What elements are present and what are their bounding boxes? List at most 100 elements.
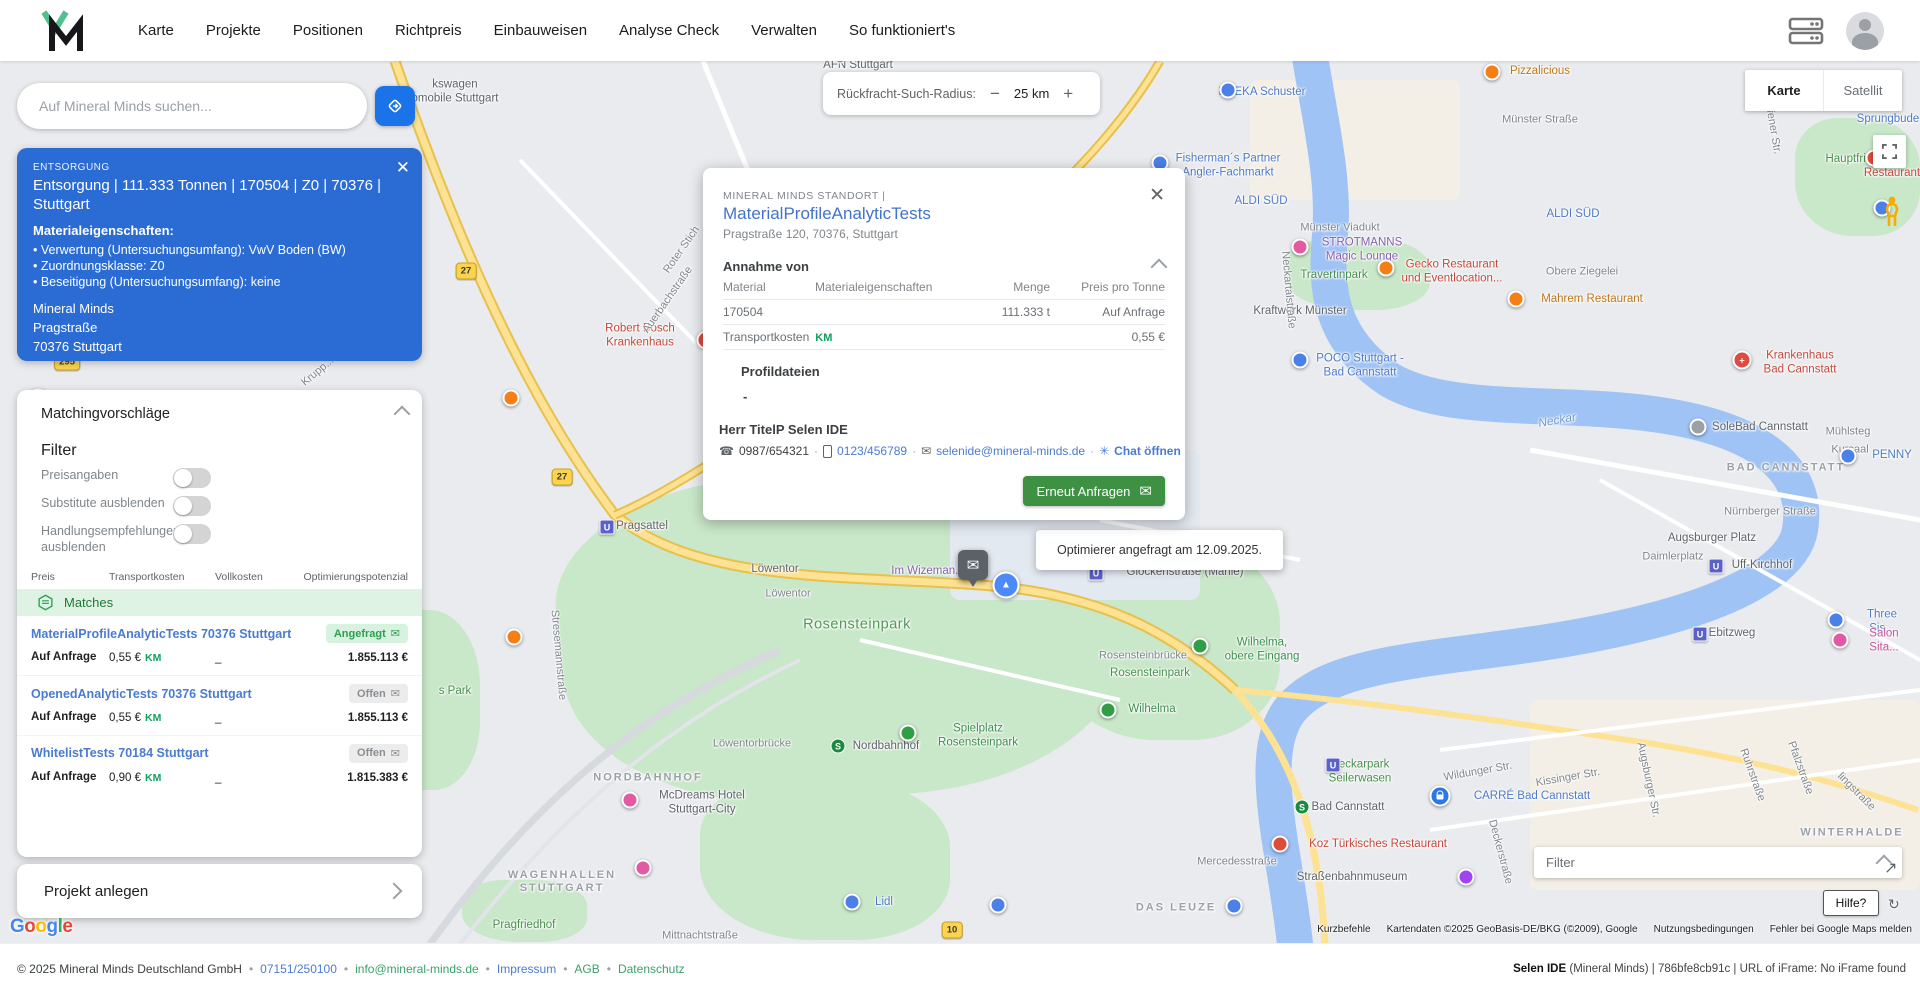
footer-impressum-link[interactable]: Impressum — [497, 962, 556, 976]
map-marker-metro[interactable]: U — [1708, 558, 1724, 574]
map-marker-dot-orange[interactable] — [1483, 63, 1501, 81]
chat-link[interactable]: Chat öffnen — [1114, 444, 1181, 458]
mail-icon: ✉ — [390, 628, 400, 641]
pegman-icon[interactable] — [1879, 194, 1905, 228]
map-type-karte[interactable]: Karte — [1745, 70, 1823, 111]
google-logo[interactable]: Google — [10, 916, 73, 938]
nav-einbauweisen[interactable]: Einbauweisen — [494, 22, 587, 39]
map-marker-pin-blue[interactable] — [1219, 81, 1237, 99]
search-input[interactable] — [37, 97, 341, 115]
map-marker-dot-orange[interactable] — [505, 628, 523, 646]
status-badge: Offen ✉ — [349, 684, 408, 704]
user-avatar[interactable] — [1846, 11, 1884, 50]
map-marker-metro[interactable]: U — [1692, 626, 1708, 642]
map-marker-dot-green[interactable] — [899, 724, 917, 742]
footer-datenschutz-link[interactable]: Datenschutz — [618, 962, 685, 976]
mineral-minds-logo[interactable] — [40, 9, 86, 53]
map-marker-pin-blue[interactable] — [843, 893, 861, 911]
disposal-bullet: • Beseitigung (Untersuchungsumfang): kei… — [33, 275, 281, 289]
map-marker-route[interactable]: 27 — [455, 262, 477, 280]
map-marker-metro[interactable]: U — [1325, 757, 1341, 773]
nav-projekte[interactable]: Projekte — [206, 22, 261, 39]
map-marker-pin-blue[interactable] — [1827, 611, 1845, 629]
map-marker-pin-blue[interactable] — [1839, 447, 1857, 465]
handlungsempfehlungen-toggle[interactable] — [173, 524, 211, 544]
map-marker-route[interactable]: 27 — [551, 468, 573, 486]
preisangaben-toggle[interactable] — [173, 468, 211, 488]
map-marker-sbahn[interactable]: S — [1294, 799, 1310, 815]
mail-icon: ✉ — [390, 688, 400, 701]
match-row[interactable]: WhitelistTests 70184 Stuttgart Offen ✉ Au… — [17, 736, 422, 795]
mobile-number[interactable]: 0123/456789 — [837, 444, 907, 458]
map-marker-dot-pink[interactable] — [621, 791, 639, 809]
map-marker-dot-purple[interactable] — [1457, 868, 1475, 886]
map-marker-dot-red[interactable] — [1271, 835, 1289, 853]
map-marker-metro[interactable]: U — [599, 519, 615, 535]
map-marker-dot-orange[interactable] — [502, 389, 520, 407]
map-marker-dot-pink[interactable] — [1291, 238, 1309, 256]
nav-karte[interactable]: Karte — [138, 22, 174, 39]
nav-analyse-check[interactable]: Analyse Check — [619, 22, 719, 39]
popup-address: Pragstraße 120, 70376, Stuttgart — [723, 227, 898, 241]
match-link[interactable]: MaterialProfileAnalyticTests 70376 Stutt… — [31, 627, 291, 641]
email-link[interactable]: selenide@mineral-minds.de — [936, 444, 1085, 458]
map-marker-sbahn[interactable]: S — [830, 738, 846, 754]
map-marker-dot-blue[interactable] — [989, 896, 1007, 914]
nav-richtpreis[interactable]: Richtpreis — [395, 22, 462, 39]
match-row[interactable]: OpenedAnalyticTests 70376 Stuttgart Offe… — [17, 676, 422, 736]
disposal-title: Entsorgung | 111.333 Tonnen | 170504 | Z… — [33, 177, 382, 213]
contact-name: Herr TitelP Selen IDE — [719, 422, 848, 437]
match-link[interactable]: WhitelistTests 70184 Stuttgart — [31, 746, 209, 760]
footer-phone-link[interactable]: 07151/250100 — [260, 962, 337, 976]
create-project-button[interactable]: Projekt anlegen — [17, 864, 422, 918]
nav-positionen[interactable]: Positionen — [293, 22, 363, 39]
footer-agb-link[interactable]: AGB — [574, 962, 599, 976]
map-marker-nav-arrow[interactable] — [992, 571, 1020, 599]
attribution-item[interactable]: Kurzbefehle — [1317, 924, 1370, 935]
map-marker-dot-pink[interactable] — [634, 859, 652, 877]
status-badge: Angefragt ✉ — [325, 624, 408, 644]
attribution-item[interactable]: Fehler bei Google Maps melden — [1770, 924, 1912, 935]
map-marker-dot-gray[interactable] — [1689, 418, 1707, 436]
disposal-bullet: • Zuordnungsklasse: Z0 — [33, 258, 165, 273]
map-marker-lock-blue[interactable] — [1429, 785, 1451, 807]
popup-material-row: 170504 111.333 t Auf Anfrage — [723, 305, 1165, 319]
search-route-button[interactable] — [375, 86, 415, 126]
disposal-tag: ENTSORGUNG — [33, 162, 110, 173]
map-marker-dot-blue[interactable] — [1225, 897, 1243, 915]
radius-plus-button[interactable]: + — [1061, 84, 1075, 104]
map-marker-paw-green[interactable] — [1191, 637, 1209, 655]
map-marker-dot-orange[interactable] — [1377, 259, 1395, 277]
attribution-item[interactable]: Nutzungsbedingungen — [1654, 924, 1754, 935]
collapse-chevron-icon[interactable] — [1150, 258, 1168, 275]
map-marker-dot-pink[interactable] — [1831, 631, 1849, 649]
rotate-icon[interactable]: ↻ — [1888, 896, 1900, 913]
popup-title[interactable]: MaterialProfileAnalyticTests — [723, 204, 1185, 224]
matches-group-header[interactable]: Matches — [17, 589, 422, 617]
toggle-label: Handlungsempfehlungen ausblenden — [41, 524, 180, 554]
map-marker-dot-orange[interactable] — [1507, 290, 1525, 308]
map-marker-hosp[interactable]: + — [1732, 350, 1752, 370]
close-icon[interactable]: ✕ — [1149, 184, 1165, 207]
radius-minus-button[interactable]: − — [988, 84, 1002, 104]
fullscreen-button[interactable] — [1873, 135, 1906, 168]
map-marker-pin-selected[interactable] — [958, 550, 988, 587]
nav-verwalten[interactable]: Verwalten — [751, 22, 817, 39]
map-filter-label: Filter — [1546, 855, 1575, 870]
match-link[interactable]: OpenedAnalyticTests 70376 Stuttgart — [31, 687, 252, 701]
map-marker-paw-green[interactable] — [1099, 701, 1117, 719]
map-marker-pin-blue[interactable] — [1291, 351, 1309, 369]
server-icon[interactable] — [1788, 16, 1824, 46]
substitute-toggle[interactable] — [173, 496, 211, 516]
map-marker-route[interactable]: 10 — [941, 921, 963, 939]
nav-so-funktionierts[interactable]: So funktioniert's — [849, 22, 955, 39]
map-type-satellit[interactable]: Satellit — [1823, 70, 1902, 111]
request-again-button[interactable]: Erneut Anfragen ✉ — [1023, 476, 1165, 506]
match-row[interactable]: MaterialProfileAnalyticTests 70376 Stutt… — [17, 616, 422, 677]
collapse-chevron-icon[interactable] — [393, 405, 411, 423]
help-button[interactable]: Hilfe? — [1823, 890, 1879, 916]
matches-column-headers: Preis Transportkosten Vollkosten Optimierun… — [31, 571, 408, 584]
map-filter-bar[interactable]: Filter — [1534, 847, 1902, 878]
footer-email-link[interactable]: info@mineral-minds.de — [355, 962, 479, 976]
pan-arrow-icon[interactable]: ↗ — [1884, 858, 1897, 878]
